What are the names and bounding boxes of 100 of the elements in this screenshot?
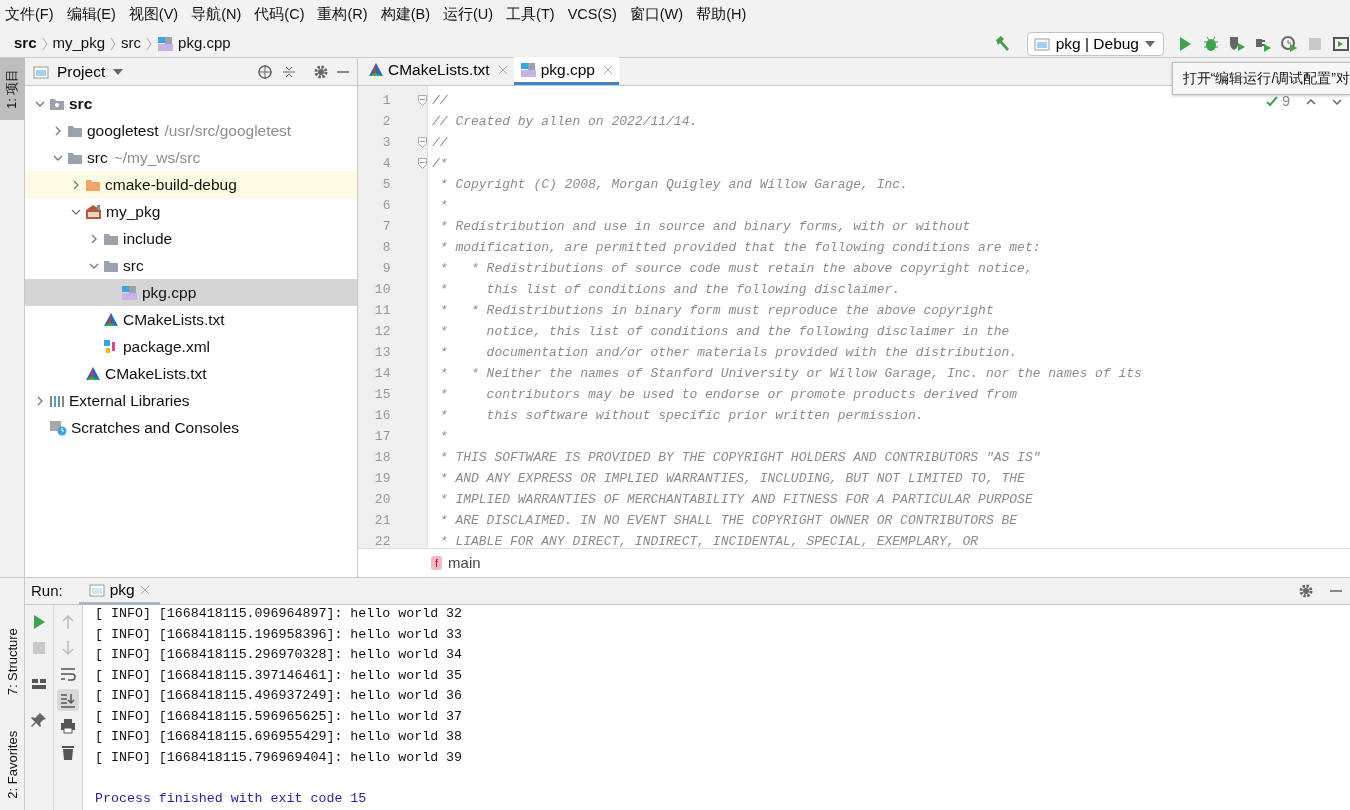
line-number: 4 [381, 155, 392, 173]
code-line: * this software without specific prior written permission. [438, 407, 924, 425]
minimize-button[interactable] [337, 70, 349, 73]
menu-item[interactable]: 代码(C) [254, 4, 305, 26]
code-line: * [438, 428, 448, 446]
breadcrumb-item[interactable]: main [448, 551, 481, 575]
coverage-button[interactable] [1228, 34, 1246, 53]
chevron-down-icon [1332, 97, 1342, 106]
window-icon [1033, 36, 1050, 51]
menu-item[interactable]: 运行(U) [442, 4, 494, 26]
side-tab[interactable]: 2: Favorites [0, 720, 25, 810]
tree-item[interactable]: CMakeLists.txt [25, 360, 357, 387]
window-icon [33, 64, 49, 79]
editor-tab[interactable]: CMakeLists.txt [362, 57, 514, 85]
code-line: * Redistribution and use in source and binary forms, with or without [438, 218, 971, 236]
fold-marker-icon[interactable] [418, 95, 427, 106]
tree-item[interactable]: Scratches and Consoles [25, 414, 357, 441]
menu-item[interactable]: 视图(V) [128, 4, 179, 26]
line-number: 14 [373, 365, 392, 383]
menu-item[interactable]: 帮助(H) [696, 4, 747, 26]
tree-item[interactable]: package.xml [25, 333, 357, 360]
code-line: * IMPLIED WARRANTIES OF MERCHANTABILITY AND FITNESS FOR A PARTICULAR PURPOSE [438, 491, 1033, 509]
check-icon [1266, 95, 1279, 108]
cpp-file-icon [121, 284, 138, 301]
path-label: /usr/src/googletest [164, 120, 292, 141]
console-line: [ INFO] [1668418115.596965625]: hello world 37 [95, 707, 464, 726]
code-line: // [432, 134, 448, 152]
tree-item[interactable]: googletest /usr/src/googletest [25, 117, 357, 144]
tree-item[interactable]: pkg.cpp [25, 279, 357, 306]
editor-tab[interactable]: pkg.cpp [513, 57, 619, 85]
fold-marker-icon[interactable] [418, 158, 427, 169]
minimize-icon [337, 70, 349, 73]
chevron-right-icon[interactable] [71, 179, 81, 190]
stop-icon [30, 639, 48, 657]
line-number: 20 [373, 491, 392, 509]
chevron-right-icon[interactable] [89, 233, 99, 244]
fold-marker-icon[interactable] [418, 137, 427, 148]
locate-button[interactable] [257, 63, 273, 80]
screen-button[interactable] [1332, 34, 1350, 53]
breadcrumb-item[interactable]: my_pkg [52, 32, 106, 55]
line-number: 1 [381, 92, 392, 110]
triangle-icon [85, 366, 101, 381]
building-icon [85, 203, 102, 220]
menu-item[interactable]: 文件(F) [5, 4, 54, 26]
run-config-dropdown[interactable]: pkg | Debug [1026, 31, 1164, 56]
minimize-icon [1330, 590, 1342, 592]
console-line: [ INFO] [1668418115.397146461]: hello world 35 [95, 666, 464, 685]
trash-icon [59, 743, 77, 761]
tree-item[interactable]: include [25, 225, 357, 252]
chevron-right-icon[interactable] [35, 395, 45, 406]
menu-item[interactable]: 重构(R) [317, 4, 368, 26]
folder-icon [67, 123, 83, 138]
panel-title-dropdown[interactable]: Project [57, 59, 124, 84]
tree-item[interactable]: src [25, 252, 357, 279]
menu-item[interactable]: 编辑(E) [66, 4, 116, 26]
tree-item[interactable]: External Libraries [25, 387, 357, 414]
tree-item[interactable]: src [25, 90, 357, 117]
tree-item[interactable]: src ~/my_ws/src [25, 144, 357, 171]
next-button[interactable] [1332, 97, 1342, 106]
line-number: 10 [373, 281, 392, 299]
chevron-right-icon[interactable] [53, 125, 63, 136]
code-line: // Created by allen on 2022/11/14. [432, 113, 698, 131]
folder-icon [85, 177, 101, 192]
previous-button[interactable] [1306, 97, 1316, 106]
chevron-icon [145, 36, 154, 51]
library-icon [49, 393, 65, 408]
chevron-icon [109, 36, 118, 51]
bug-icon [1202, 34, 1220, 53]
line-number: 17 [373, 428, 392, 446]
side-tab[interactable]: 1: 项目 [0, 58, 25, 120]
line-number: 22 [373, 533, 392, 548]
window-icon [88, 582, 105, 597]
settings-button[interactable] [1298, 583, 1314, 599]
settings-icon [313, 63, 329, 80]
line-number: 3 [381, 134, 392, 152]
tree-item[interactable]: cmake-build-debug [25, 171, 357, 198]
menu-item[interactable]: 工具(T) [506, 4, 555, 26]
menu-item[interactable]: 窗口(W) [629, 4, 684, 26]
debug-button[interactable] [1202, 34, 1220, 53]
menu-item[interactable]: 导航(N) [191, 4, 242, 26]
console-line: [ INFO] [1668418115.196958396]: hello world 33 [95, 625, 464, 644]
clock-icon [1280, 34, 1298, 53]
menu-item[interactable]: VCS(S) [567, 4, 617, 26]
line-number: 9 [381, 260, 392, 278]
close-icon[interactable] [602, 64, 613, 75]
line-number: 13 [373, 344, 392, 362]
timer-button[interactable] [1280, 34, 1298, 53]
tree-item[interactable]: my_pkg [25, 198, 357, 225]
scroll-end-button[interactable] [57, 689, 79, 711]
settings-button[interactable] [313, 63, 329, 80]
function-badge: f [431, 556, 443, 570]
breadcrumb-item[interactable]: pkg.cpp [157, 32, 231, 55]
breadcrumb-item[interactable]: src [121, 32, 142, 55]
code-line: * * Redistributions in binary form must reproduce the above copyright [438, 302, 994, 320]
line-number: 5 [381, 176, 392, 194]
code-line: // [432, 92, 448, 110]
breadcrumb-item[interactable]: src [14, 32, 37, 55]
menu-item[interactable]: 构建(B) [380, 4, 430, 26]
tree-item[interactable]: CMakeLists.txt [25, 306, 357, 333]
side-tab[interactable]: 7: Structure [0, 612, 25, 712]
